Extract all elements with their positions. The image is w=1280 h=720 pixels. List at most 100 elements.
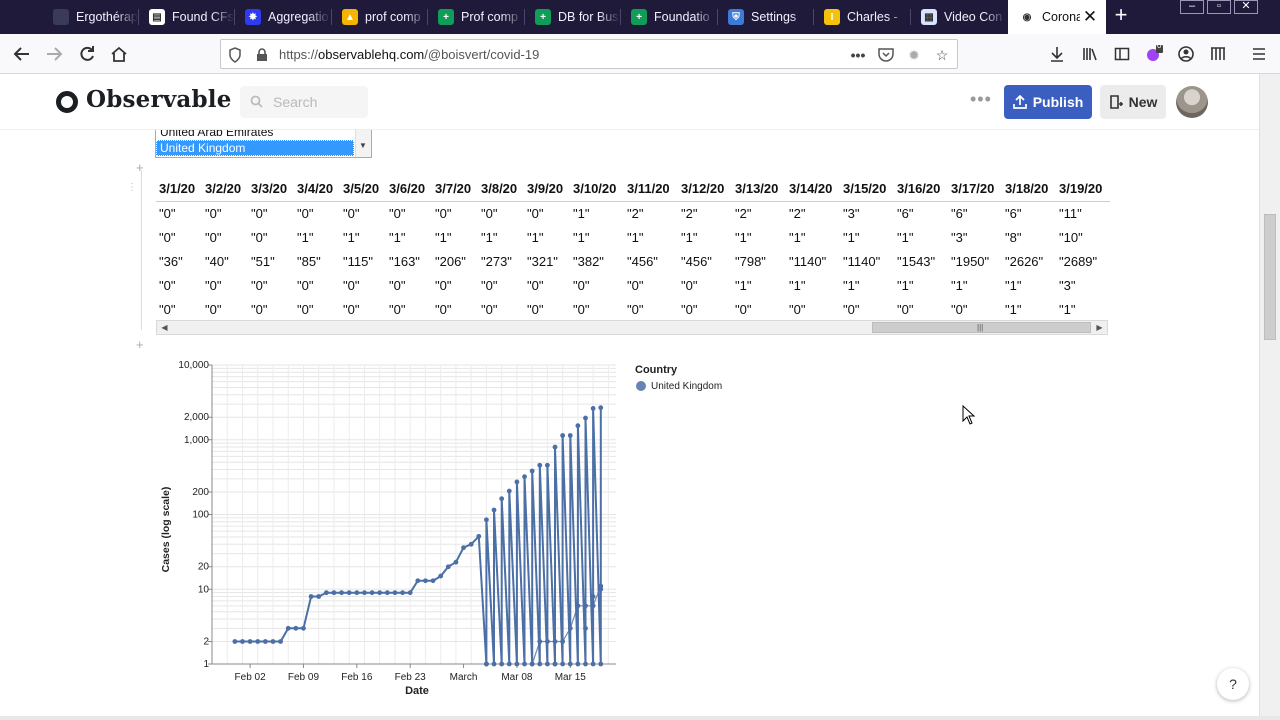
navigation-bar: https://observablehq.com/@boisvert/covid… (0, 34, 1280, 74)
page-scrollbar-thumb[interactable] (1264, 214, 1276, 340)
table-cell: "1" (735, 277, 752, 293)
table-cell: "0" (481, 301, 498, 317)
page-actions-icon[interactable]: ••• (849, 46, 867, 64)
back-button[interactable] (8, 40, 36, 68)
bookmark-star-icon[interactable]: ☆ (933, 46, 951, 64)
more-options-icon[interactable]: ••• (970, 90, 992, 110)
page-vertical-scrollbar[interactable] (1259, 74, 1280, 716)
browser-tab[interactable]: ▦ Video Con (910, 0, 1006, 34)
scrollbar-thumb[interactable]: ||| (872, 322, 1091, 333)
extension-button[interactable]: 0 (1140, 40, 1168, 68)
table-cell: "0" (251, 229, 268, 245)
drive-icon: ▲ (342, 9, 358, 25)
table-cell: "0" (435, 301, 452, 317)
table-cell: "1543" (897, 253, 936, 269)
account-button[interactable] (1172, 40, 1200, 68)
url-bar[interactable]: https://observablehq.com/@boisvert/covid… (220, 39, 958, 69)
new-doc-icon (1109, 95, 1123, 109)
data-point (453, 559, 459, 565)
browser-tab[interactable]: Ergothérapie s (42, 0, 138, 34)
table-cell: "382" (573, 253, 604, 269)
pocket-icon[interactable] (877, 46, 895, 64)
add-cell-icon[interactable]: + (136, 160, 144, 175)
home-button[interactable] (105, 40, 133, 68)
browser-tab[interactable]: ✸ Aggregatio (234, 0, 330, 34)
data-point (552, 444, 558, 450)
data-point (590, 406, 596, 411)
browser-tab[interactable]: ▲ prof comp (331, 0, 427, 34)
scroll-right-arrow-icon[interactable]: ▶ (1092, 321, 1107, 334)
select-scrollbar[interactable]: ▼ (355, 130, 371, 157)
table-cell: "0" (843, 301, 860, 317)
table-cell: "0" (897, 301, 914, 317)
scroll-down-arrow-icon[interactable]: ▼ (359, 141, 367, 150)
upload-icon (1012, 95, 1027, 109)
data-point (484, 661, 489, 667)
cell-drag-handle-icon[interactable]: ⋮ (127, 183, 137, 200)
browser-tab[interactable]: ◉ Corona ✕ (1008, 0, 1106, 34)
data-point (544, 462, 550, 468)
data-point (247, 639, 253, 644)
mouse-cursor-icon (962, 405, 976, 425)
observable-icon: ◉ (1019, 9, 1035, 25)
data-point (308, 594, 314, 599)
new-notebook-button[interactable]: New (1100, 85, 1166, 119)
observable-logo[interactable]: Observable (86, 86, 232, 113)
close-tab-icon[interactable]: ✕ (1082, 8, 1098, 25)
search-placeholder: Search (273, 94, 318, 110)
data-point (575, 661, 581, 667)
maximize-button[interactable]: ▫ (1207, 0, 1231, 14)
library-icon (1083, 48, 1097, 61)
browser-tab[interactable]: ▤ Found CFs (138, 0, 234, 34)
extension-bug-icon[interactable]: ✹ (905, 46, 923, 64)
browser-tab[interactable]: + DB for Bus (524, 0, 620, 34)
publish-button[interactable]: Publish (1004, 85, 1092, 119)
table-cell: "36" (159, 253, 183, 269)
table-column-header: 3/3/20 (248, 176, 294, 202)
data-point (278, 639, 284, 644)
table-horizontal-scrollbar[interactable]: ◀ ||| ▶ (156, 320, 1108, 335)
star-icon: ✸ (245, 9, 261, 25)
shield-icon[interactable] (226, 46, 244, 64)
add-cell-icon[interactable]: + (136, 337, 144, 352)
browser-tab[interactable]: I Charles - (813, 0, 909, 34)
minimize-button[interactable]: – (1180, 0, 1204, 14)
new-tab-button[interactable]: + (1110, 4, 1132, 27)
scroll-left-arrow-icon[interactable]: ◀ (157, 321, 172, 334)
help-button[interactable]: ? (1217, 668, 1249, 700)
containers-button[interactable] (1204, 40, 1232, 68)
country-option-selected[interactable]: United Kingdom (156, 140, 354, 156)
sidebar-button[interactable] (1108, 40, 1136, 68)
library-button[interactable] (1076, 40, 1104, 68)
country-option[interactable]: U (156, 156, 354, 157)
legend-entry: United Kingdom (651, 381, 722, 392)
user-avatar[interactable] (1176, 86, 1208, 118)
downloads-button[interactable] (1043, 40, 1071, 68)
country-select[interactable]: United Arab Emirates United Kingdom U ▼ (155, 130, 372, 158)
table-cell: "1140" (843, 253, 881, 269)
data-point (232, 639, 238, 644)
table-cell: "115" (343, 253, 373, 269)
data-point (415, 578, 421, 584)
country-option[interactable]: United Arab Emirates (156, 130, 354, 140)
url-text[interactable]: https://observablehq.com/@boisvert/covid… (279, 47, 539, 62)
menu-button[interactable] (1245, 40, 1273, 68)
search-input[interactable]: Search (240, 86, 368, 118)
close-window-button[interactable]: ✕ (1234, 0, 1258, 14)
forward-button[interactable] (40, 40, 68, 68)
browser-tab[interactable]: ⛨ Settings (717, 0, 813, 34)
browser-tab[interactable]: + Prof comp (427, 0, 523, 34)
table-cell: "2" (681, 205, 698, 221)
table-cell: "0" (735, 301, 752, 317)
data-point (461, 545, 466, 551)
table-column-header: 3/4/20 (294, 176, 340, 202)
browser-tab[interactable]: + Foundatio (620, 0, 716, 34)
observable-logo-icon[interactable] (56, 91, 78, 113)
table-cell: "0" (627, 277, 644, 293)
legend-swatch (636, 381, 646, 391)
legend-title: Country (635, 364, 678, 376)
y-tick-label: 10,000 (178, 360, 209, 371)
reload-button[interactable] (73, 40, 101, 68)
lock-icon[interactable] (253, 46, 271, 64)
table-cell: "1140" (789, 253, 827, 269)
